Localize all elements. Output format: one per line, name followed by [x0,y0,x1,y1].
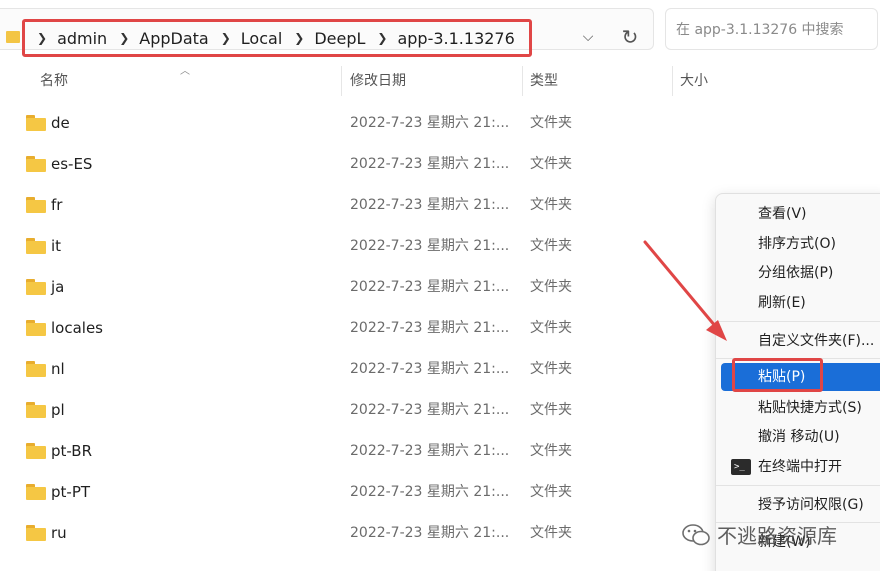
file-type: 文件夹 [530,156,572,172]
wechat-icon [682,523,710,545]
file-name: ja [51,278,65,296]
file-name: de [51,114,70,132]
file-name: pl [51,401,65,419]
breadcrumb: ❯ admin ❯ AppData ❯ Local ❯ DeepL ❯ app-… [22,19,532,57]
file-date: 2022-7-23 星期六 21:... [350,238,510,254]
menu-item-sort[interactable]: 排序方式(O) [721,230,880,258]
file-name: es-ES [51,155,93,173]
menu-item-undo-move[interactable]: 撤消 移动(U) [721,423,880,451]
file-type: 文件夹 [530,115,572,131]
file-name: locales [51,319,103,337]
address-toolbar: ❯ admin ❯ AppData ❯ Local ❯ DeepL ❯ app-… [0,0,880,60]
column-divider[interactable] [341,66,342,96]
column-header-name[interactable]: 名称 [40,62,68,100]
folder-icon [26,279,46,295]
file-date: 2022-7-23 星期六 21:... [350,525,510,541]
breadcrumb-appdata[interactable]: AppData [139,29,208,48]
column-headers: ︿ 名称 修改日期 类型 大小 [0,62,880,100]
address-bar[interactable]: ❯ admin ❯ AppData ❯ Local ❯ DeepL ❯ app-… [0,8,654,57]
column-header-type[interactable]: 类型 [530,62,558,100]
menu-item-view[interactable]: 查看(V) [721,200,880,228]
file-name: nl [51,360,65,378]
search-input[interactable]: 在 app-3.1.13276 中搜索 [665,8,878,50]
menu-item-group[interactable]: 分组依据(P) [721,259,880,287]
list-item[interactable]: es-ES 2022-7-23 星期六 21:... 文件夹 [0,144,880,185]
file-date: 2022-7-23 星期六 21:... [350,443,510,459]
folder-icon [26,361,46,377]
file-type: 文件夹 [530,279,572,295]
file-date: 2022-7-23 星期六 21:... [350,115,510,131]
list-item[interactable]: de 2022-7-23 星期六 21:... 文件夹 [0,103,880,144]
menu-item-customize-folder[interactable]: 自定义文件夹(F)... [721,327,880,355]
file-date: 2022-7-23 星期六 21:... [350,156,510,172]
column-header-size[interactable]: 大小 [680,62,708,100]
refresh-icon[interactable]: ↻ [618,25,642,49]
menu-item-give-access[interactable]: 授予访问权限(G) [721,491,880,519]
folder-icon [26,402,46,418]
menu-item-refresh[interactable]: 刷新(E) [721,289,880,317]
file-type: 文件夹 [530,361,572,377]
folder-icon [26,115,46,131]
file-name: it [51,237,62,255]
file-name: pt-PT [51,483,91,501]
watermark: 不逃路资源库 [681,520,837,549]
folder-icon [26,156,46,172]
breadcrumb-app-folder[interactable]: app-3.1.13276 [397,29,514,48]
file-name: fr [51,196,63,214]
menu-item-label: 在终端中打开 [758,459,842,475]
folder-icon [6,31,20,43]
highlight-box [732,358,823,392]
file-type: 文件夹 [530,484,572,500]
file-type: 文件夹 [530,238,572,254]
terminal-icon: >_ [731,459,751,475]
folder-icon [26,238,46,254]
watermark-text: 不逃路资源库 [717,524,837,548]
file-date: 2022-7-23 星期六 21:... [350,279,510,295]
file-type: 文件夹 [530,525,572,541]
file-type: 文件夹 [530,197,572,213]
file-type: 文件夹 [530,443,572,459]
folder-icon [26,484,46,500]
file-name: pt-BR [51,442,92,460]
breadcrumb-admin[interactable]: admin [57,29,107,48]
chevron-down-icon[interactable]: ⌵ [578,27,598,47]
chevron-right-icon[interactable]: ❯ [221,31,231,45]
file-date: 2022-7-23 星期六 21:... [350,402,510,418]
column-header-date[interactable]: 修改日期 [350,62,406,100]
file-date: 2022-7-23 星期六 21:... [350,361,510,377]
menu-divider [716,485,880,486]
column-divider[interactable] [672,66,673,96]
folder-icon [26,443,46,459]
column-divider[interactable] [522,66,523,96]
file-type: 文件夹 [530,402,572,418]
folder-icon [26,525,46,541]
folder-icon [26,197,46,213]
file-name: ru [51,524,67,542]
file-type: 文件夹 [530,320,572,336]
file-date: 2022-7-23 星期六 21:... [350,197,510,213]
breadcrumb-deepl[interactable]: DeepL [314,29,365,48]
chevron-right-icon[interactable]: ❯ [119,31,129,45]
menu-item-open-terminal[interactable]: >_ 在终端中打开 [721,453,880,481]
file-date: 2022-7-23 星期六 21:... [350,484,510,500]
chevron-right-icon[interactable]: ❯ [294,31,304,45]
file-date: 2022-7-23 星期六 21:... [350,320,510,336]
menu-item-paste-shortcut[interactable]: 粘贴快捷方式(S) [721,394,880,422]
chevron-right-icon[interactable]: ❯ [377,31,387,45]
chevron-right-icon[interactable]: ❯ [37,31,47,45]
breadcrumb-local[interactable]: Local [241,29,282,48]
folder-icon [26,320,46,336]
sort-ascending-icon: ︿ [180,66,190,77]
menu-divider [716,321,880,322]
